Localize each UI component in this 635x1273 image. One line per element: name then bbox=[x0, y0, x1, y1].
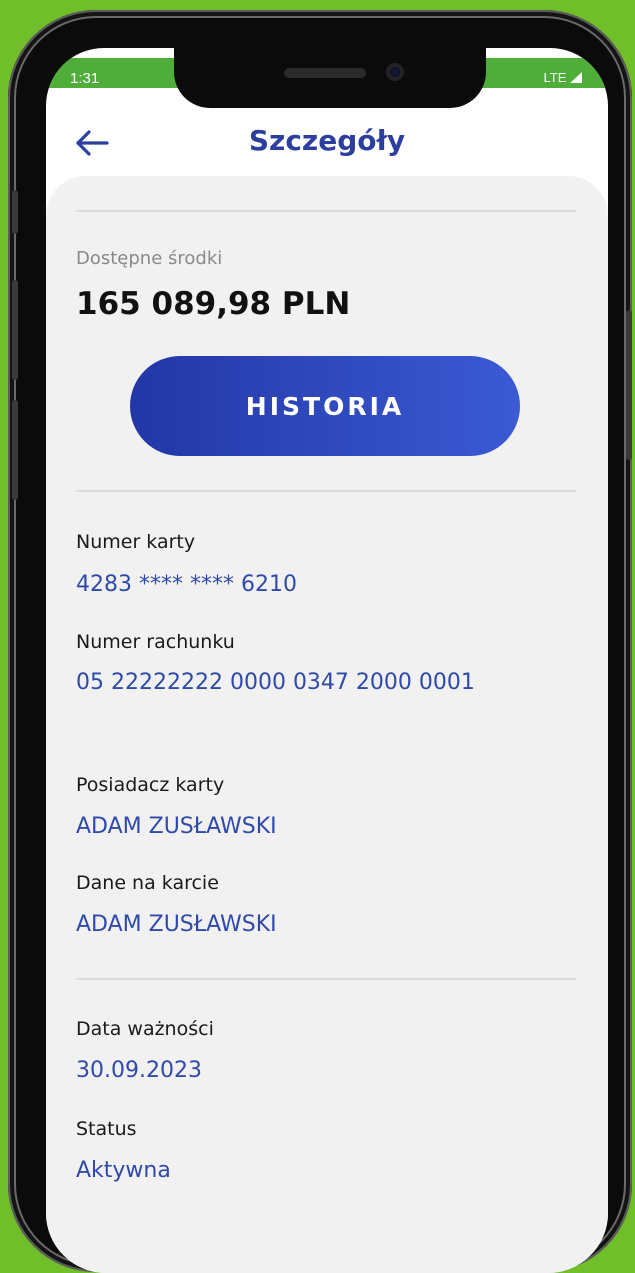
expiry-date-label: Data ważności bbox=[76, 1018, 214, 1040]
name-on-card-label: Dane na karcie bbox=[76, 872, 219, 894]
speaker-grille bbox=[284, 68, 366, 78]
card-number-label: Numer karty bbox=[76, 531, 196, 553]
volume-down-button bbox=[12, 400, 18, 500]
card-holder-label: Posiadacz karty bbox=[76, 774, 225, 796]
account-number-value: 05 22222222 0000 0347 2000 0001 bbox=[76, 670, 475, 695]
details-card: Dostępne środki 165 089,98 PLN HISTORIA … bbox=[46, 176, 608, 1273]
camera-icon bbox=[386, 63, 404, 81]
mute-switch bbox=[12, 190, 18, 234]
name-on-card-value: ADAM ZUSŁAWSKI bbox=[76, 912, 277, 937]
history-button[interactable]: HISTORIA bbox=[130, 356, 520, 456]
account-number-label: Numer rachunku bbox=[76, 631, 235, 653]
card-number-value: 4283 **** **** 6210 bbox=[76, 572, 297, 597]
available-funds-value: 165 089,98 PLN bbox=[76, 286, 351, 322]
divider bbox=[76, 210, 576, 212]
status-time: 1:31 bbox=[70, 70, 100, 87]
phone-screen: 1:31 LTE Szczegóły Dostępne środki 165 0… bbox=[46, 48, 608, 1273]
signal-icon bbox=[570, 72, 582, 83]
expiry-date-value: 30.09.2023 bbox=[76, 1058, 202, 1083]
divider bbox=[76, 490, 576, 492]
header: Szczegóły bbox=[46, 108, 608, 178]
status-network: LTE bbox=[543, 70, 582, 85]
volume-up-button bbox=[12, 280, 18, 380]
page-title: Szczegóły bbox=[248, 124, 406, 157]
power-button bbox=[626, 310, 632, 460]
card-holder-value: ADAM ZUSŁAWSKI bbox=[76, 814, 277, 839]
network-label: LTE bbox=[543, 70, 567, 85]
divider bbox=[76, 978, 576, 980]
status-label: Status bbox=[76, 1118, 137, 1140]
phone-frame: 1:31 LTE Szczegóły Dostępne środki 165 0… bbox=[8, 10, 632, 1273]
status-value: Aktywna bbox=[76, 1158, 171, 1183]
available-funds-label: Dostępne środki bbox=[76, 248, 223, 269]
notch bbox=[174, 48, 486, 108]
